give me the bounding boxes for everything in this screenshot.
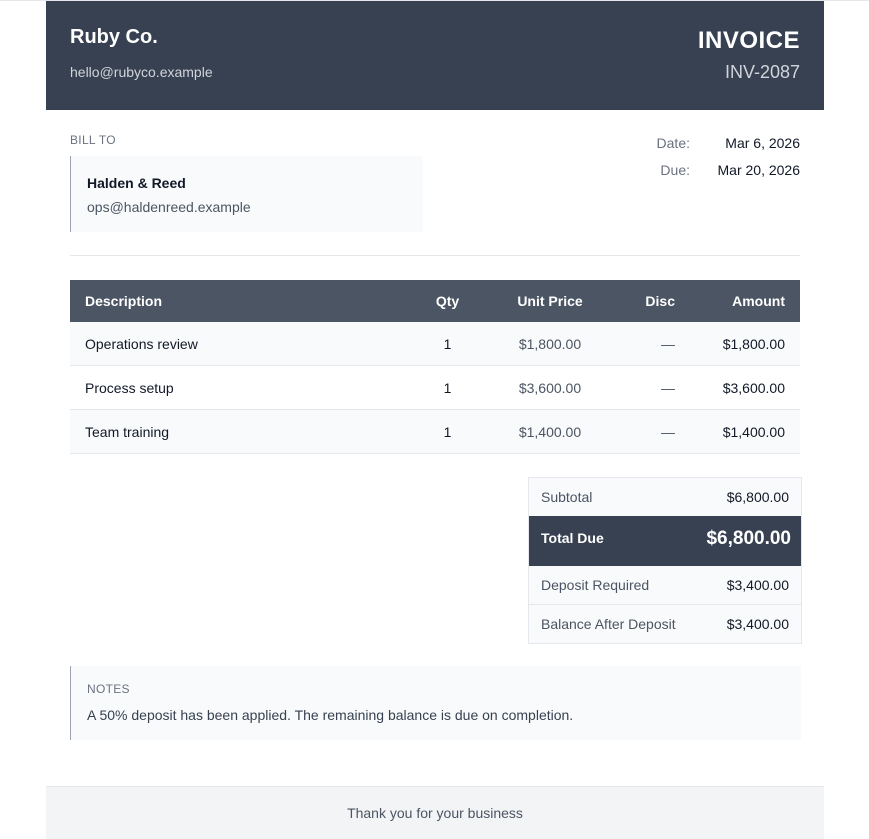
due-value: Mar 20, 2026 bbox=[717, 162, 801, 178]
cell-unit-price: $3,600.00 bbox=[490, 365, 610, 410]
invoice-card: Ruby Co. hello@rubyco.example INVOICE IN… bbox=[46, 1, 824, 839]
due-label: Due: bbox=[660, 162, 690, 178]
balance-value: $3,400.00 bbox=[726, 616, 789, 632]
balance-label: Balance After Deposit bbox=[541, 616, 676, 632]
cell-description: Team training bbox=[70, 409, 405, 454]
invoice-page: Ruby Co. hello@rubyco.example INVOICE IN… bbox=[0, 0, 869, 839]
invoice-number: INV-2087 bbox=[724, 62, 800, 82]
cell-amount: $3,600.00 bbox=[690, 365, 800, 410]
cell-description: Process setup bbox=[70, 365, 405, 410]
total-due-value: $6,800.00 bbox=[706, 528, 791, 549]
total-due-row: Total Due $6,800.00 bbox=[529, 516, 801, 566]
cell-qty: 1 bbox=[405, 409, 490, 454]
deposit-label: Deposit Required bbox=[541, 577, 650, 593]
table-header-row: Description Qty Unit Price Disc Amount bbox=[70, 280, 800, 322]
cell-unit-price: $1,800.00 bbox=[490, 322, 610, 366]
totals-box: Subtotal $6,800.00 Total Due $6,800.00 D… bbox=[528, 477, 802, 644]
section-divider bbox=[70, 255, 800, 256]
col-header-disc: Disc bbox=[610, 280, 690, 322]
date-label: Date: bbox=[656, 135, 690, 151]
cell-amount: $1,800.00 bbox=[690, 322, 800, 366]
invoice-header: Ruby Co. hello@rubyco.example INVOICE IN… bbox=[46, 1, 824, 110]
subtotal-label: Subtotal bbox=[541, 489, 593, 505]
bill-to-name: Halden & Reed bbox=[87, 175, 186, 191]
invoice-footer: Thank you for your business bbox=[46, 786, 824, 839]
cell-amount: $1,400.00 bbox=[690, 409, 800, 454]
notes-text: A 50% deposit has been applied. The rema… bbox=[87, 707, 574, 723]
date-value: Mar 6, 2026 bbox=[725, 135, 800, 151]
balance-row: Balance After Deposit $3,400.00 bbox=[529, 604, 801, 643]
total-due-label: Total Due bbox=[541, 530, 604, 546]
cell-disc: — bbox=[610, 322, 690, 366]
subtotal-value: $6,800.00 bbox=[726, 489, 789, 505]
footer-text: Thank you for your business bbox=[347, 805, 523, 821]
cell-description: Operations review bbox=[70, 322, 405, 366]
invoice-title: INVOICE bbox=[697, 27, 800, 54]
subtotal-row: Subtotal $6,800.00 bbox=[529, 478, 801, 516]
date-row: Date: Mar 6, 2026 bbox=[600, 135, 800, 162]
cell-unit-price: $1,400.00 bbox=[490, 409, 610, 454]
deposit-row: Deposit Required $3,400.00 bbox=[529, 566, 801, 604]
cell-qty: 1 bbox=[405, 365, 490, 410]
notes-box: NOTES A 50% deposit has been applied. Th… bbox=[70, 666, 801, 740]
col-header-amount: Amount bbox=[690, 280, 800, 322]
bill-to-label: BILL TO bbox=[70, 133, 116, 147]
notes-label: NOTES bbox=[87, 682, 130, 696]
col-header-description: Description bbox=[70, 280, 405, 322]
bill-to-box: Halden & Reed ops@haldenreed.example bbox=[70, 156, 423, 232]
cell-qty: 1 bbox=[405, 322, 490, 366]
bill-to-email: ops@haldenreed.example bbox=[87, 199, 251, 215]
company-email: hello@rubyco.example bbox=[70, 64, 213, 80]
due-row: Due: Mar 20, 2026 bbox=[600, 162, 800, 189]
col-header-qty: Qty bbox=[405, 280, 490, 322]
cell-disc: — bbox=[610, 409, 690, 454]
deposit-value: $3,400.00 bbox=[726, 577, 789, 593]
table-row: Operations review 1 $1,800.00 — $1,800.0… bbox=[70, 322, 800, 366]
company-name: Ruby Co. bbox=[70, 26, 158, 48]
col-header-unit-price: Unit Price bbox=[490, 280, 610, 322]
line-items-table: Description Qty Unit Price Disc Amount O… bbox=[70, 280, 800, 454]
invoice-meta: Date: Mar 6, 2026 Due: Mar 20, 2026 bbox=[600, 135, 800, 189]
table-row: Process setup 1 $3,600.00 — $3,600.00 bbox=[70, 365, 800, 410]
cell-disc: — bbox=[610, 365, 690, 410]
table-row: Team training 1 $1,400.00 — $1,400.00 bbox=[70, 409, 800, 454]
